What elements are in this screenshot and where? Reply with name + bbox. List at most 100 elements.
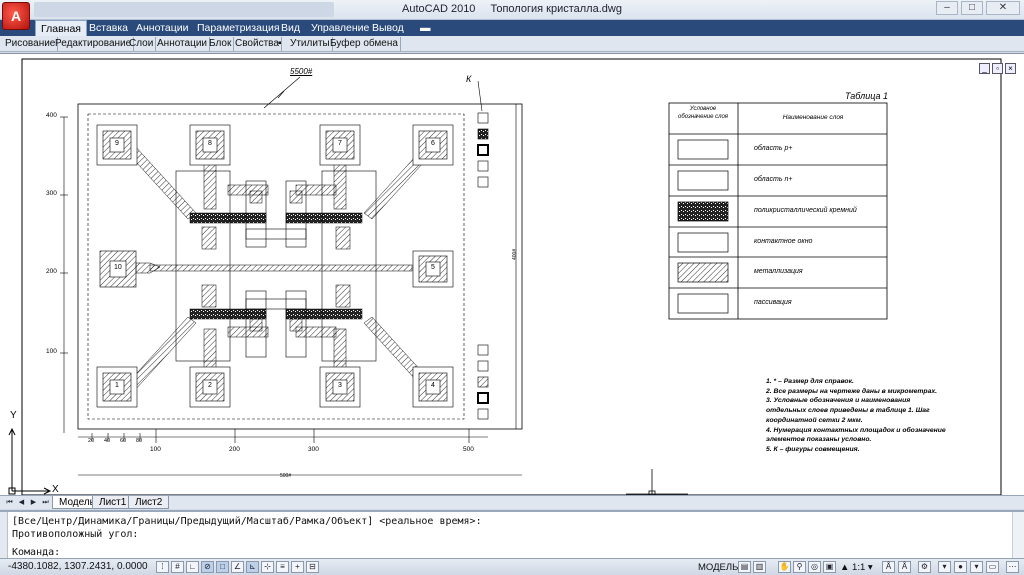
tab-output[interactable]: Вывод [367,20,409,36]
selection-cycling-icon[interactable]: ⊟ [306,561,319,573]
note-line: координатной сетки 2 мкм. [766,416,863,424]
lock-icon[interactable]: ▾ [938,561,951,573]
dynamic-ucs-icon[interactable]: ⊾ [246,561,259,573]
panel-block[interactable]: Блок [207,37,235,51]
status-menu-icon[interactable]: ▾ [970,561,983,573]
snap-mode-icon[interactable]: ⁞ [156,561,169,573]
viewport-restore-icon[interactable]: ▫ [992,63,1003,74]
panel-modify[interactable]: Редактирование [53,37,135,51]
clean-screen-icon[interactable]: ▭ [986,561,999,573]
note-line: 3. Условные обозначения и наименования [766,397,911,405]
tab-annotate[interactable]: Аннотации [131,20,194,36]
annotation-scale-value: 1:1 [852,562,866,573]
quick-properties-icon[interactable]: + [291,561,304,573]
ucs-icon [8,427,52,495]
command-scrollbar[interactable] [1012,512,1024,558]
maximize-icon[interactable]: □ [961,1,983,15]
command-window: [Все/Центр/Динамика/Границы/Предыдущий/М… [0,510,1024,559]
pad-number: 7 [338,140,342,147]
panel-overflow-icon[interactable]: ▪ [276,37,286,51]
panel-draw[interactable]: Рисование [3,37,59,51]
tab-home[interactable]: Главная [35,20,87,36]
dim-top-label: 5500# [290,67,313,76]
first-tab-icon[interactable]: ⏮ [4,497,15,508]
model-space-label[interactable]: МОДЕЛЬ [698,562,738,573]
status-overflow-icon[interactable]: ⋯ [1006,561,1019,573]
last-tab-icon[interactable]: ⏭ [40,497,51,508]
grid-display-icon[interactable]: # [171,561,184,573]
command-history-line: [Все/Центр/Динамика/Границы/Предыдущий/М… [12,516,482,527]
close-icon[interactable]: ✕ [986,1,1020,15]
panel-properties[interactable]: Свойства [233,37,282,51]
note-line: 2. Все размеры на чертеже даны в микроме… [766,387,938,395]
x-tick-60: 60 [120,438,127,444]
polar-tracking-icon[interactable]: ⊘ [201,561,214,573]
drawing-notes: 1. * – Размер для справок. 2. Все размер… [766,377,946,455]
osnap-tracking-icon[interactable]: ∠ [231,561,244,573]
ortho-mode-icon[interactable]: ∟ [186,561,199,573]
file-name: Топология кристалла.dwg [490,3,622,15]
note-line: 1. * – Размер для справок. [766,378,854,385]
isolate-objects-icon[interactable]: ● [954,561,967,573]
minimize-icon[interactable]: – [936,1,958,15]
autocad-logo-icon: A [10,8,22,24]
crosshair-cursor [626,469,688,496]
pad-number: 8 [208,140,212,147]
zoom-icon[interactable]: ⚲ [793,561,806,573]
pad-number: 6 [431,140,435,147]
dim-bottom-label: 500# [280,473,292,479]
status-bar: -4380.1082, 1307.2431, 0.0000 ⁞ # ∟ ⊘ □ … [0,558,1024,575]
y-tick-300: 300 [46,190,57,197]
table-row-label: металлизация [754,268,803,275]
pad-number: 4 [431,382,435,389]
x-tick-100: 100 [150,446,161,453]
dynamic-input-icon[interactable]: ⊹ [261,561,274,573]
command-grip[interactable] [0,512,8,558]
quick-view-drawings-icon[interactable]: ▥ [753,561,766,573]
app-name: AutoCAD 2010 [402,3,476,15]
x-tick-300: 300 [308,446,319,453]
note-line: 5. К – фигуры совмещения. [766,445,860,453]
tab-insert[interactable]: Вставка [84,20,133,36]
command-history-line: Противоположный угол: [12,529,139,540]
table-row-label: контактное окно [754,238,813,245]
annotation-visibility-icon[interactable]: Å [882,561,895,573]
panel-layers[interactable]: Слои [127,37,157,51]
panel-utilities[interactable]: Утилиты [288,37,333,51]
auto-scale-icon[interactable]: Å [898,561,911,573]
tab-manage[interactable]: Управление [306,20,374,36]
window-title: AutoCAD 2010 Топология кристалла.dwg [0,3,1024,15]
application-menu-button[interactable]: A [2,2,30,30]
viewport-controls: _ ▫ × [977,62,1016,74]
y-tick-200: 200 [46,268,57,275]
title-bar: A AutoCAD 2010 Топология кристалла.dwg –… [0,0,1024,30]
pad-number: 5 [431,264,435,271]
lineweight-icon[interactable]: ≡ [276,561,289,573]
steering-wheel-icon[interactable]: ◎ [808,561,821,573]
note-line: элементов показаны условно. [766,436,872,444]
y-tick-100: 100 [46,348,57,355]
coordinates-readout: -4380.1082, 1307.2431, 0.0000 [8,561,148,572]
tab-parametric[interactable]: Параметризация [192,20,285,36]
viewport-minimize-icon[interactable]: _ [979,63,990,74]
pan-icon[interactable]: ✋ [778,561,791,573]
workspace-switching-icon[interactable]: ⚙ [918,561,931,573]
showmotion-icon[interactable]: ▣ [823,561,836,573]
command-prompt: Команда: [12,547,61,558]
next-tab-icon[interactable]: ▶ [28,497,39,508]
panel-clipboard[interactable]: Буфер обмена [328,37,401,51]
ucs-x-label: X [52,484,59,495]
drawing-canvas[interactable]: 5500# К 400 300 200 100 20 40 60 80 100 … [0,53,1024,496]
pad-number: 3 [338,382,342,389]
quick-view-layouts-icon[interactable]: ▤ [738,561,751,573]
ribbon-toggle-icon[interactable]: ▬ [420,20,436,36]
panel-annotation[interactable]: Аннотации [155,37,210,51]
viewport-close-icon[interactable]: × [1005,63,1016,74]
table-row-label: область p+ [754,145,793,152]
annotation-scale-label[interactable]: ▲ 1:1 ▾ [840,562,873,573]
object-snap-icon[interactable]: □ [216,561,229,573]
tab-layout2[interactable]: Лист2 [128,496,170,509]
prev-tab-icon[interactable]: ◀ [16,497,27,508]
layout-tabs-bar: ⏮ ◀ ▶ ⏭ Модель Лист1 Лист2 [0,495,1024,509]
tab-view[interactable]: Вид [276,20,305,36]
